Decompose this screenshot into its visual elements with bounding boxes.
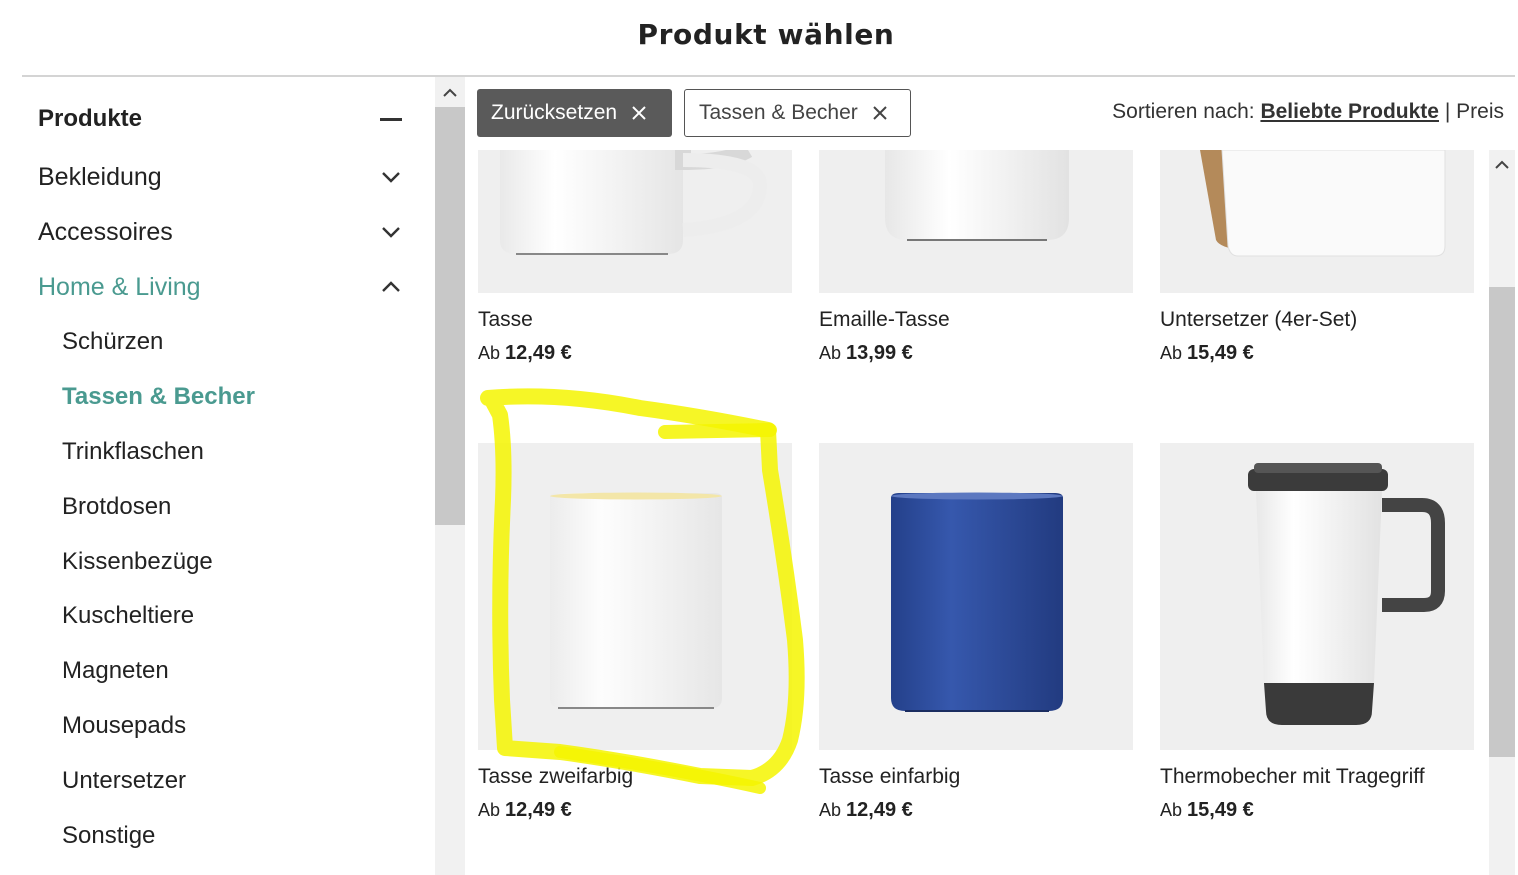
sidebar-item-accessoires[interactable]: Accessoires bbox=[38, 212, 402, 252]
sidebar-subitem-schuerzen[interactable]: Schürzen bbox=[62, 322, 402, 362]
scroll-up-arrow-icon[interactable] bbox=[1489, 150, 1515, 178]
chevron-up-icon bbox=[380, 276, 402, 298]
sidebar-scrollbar[interactable] bbox=[435, 77, 465, 875]
sort-option-beliebte-produkte[interactable]: Beliebte Produkte bbox=[1260, 100, 1439, 123]
close-icon bbox=[873, 106, 887, 120]
sidebar-subitem-kuscheltiere[interactable]: Kuscheltiere bbox=[62, 596, 402, 636]
product-image bbox=[478, 150, 792, 293]
product-grid-scrollbar[interactable] bbox=[1489, 150, 1515, 875]
product-image bbox=[1160, 443, 1474, 750]
sort-option-preis[interactable]: Preis bbox=[1456, 100, 1504, 123]
product-price: Ab 13,99 € bbox=[819, 342, 913, 364]
chevron-down-icon bbox=[380, 166, 402, 188]
product-grid: Tasse Ab 12,49 € Emaille-Tasse Ab 13,99 … bbox=[465, 150, 1489, 875]
close-icon bbox=[632, 106, 646, 120]
sidebar-subitem-mousepads[interactable]: Mousepads bbox=[62, 706, 402, 746]
product-card-emaille-tasse[interactable]: Emaille-Tasse Ab 13,99 € bbox=[819, 150, 1133, 370]
sidebar-item-home-living[interactable]: Home & Living bbox=[38, 267, 402, 307]
sidebar-item-label: Bekleidung bbox=[38, 162, 162, 191]
reset-filters-button[interactable]: Zurücksetzen bbox=[477, 89, 672, 137]
product-card-tasse-zweifarbig[interactable]: Tasse zweifarbig Ab 12,49 € bbox=[478, 443, 792, 833]
product-name: Tasse einfarbig bbox=[819, 765, 961, 788]
product-price: Ab 12,49 € bbox=[478, 342, 572, 364]
chevron-down-icon bbox=[380, 221, 402, 243]
product-price: Ab 15,49 € bbox=[1160, 799, 1254, 821]
sidebar-subitem-kissenbezuege[interactable]: Kissenbezüge bbox=[62, 542, 402, 582]
product-price: Ab 12,49 € bbox=[478, 799, 572, 821]
sidebar-subitem-tassen-becher[interactable]: Tassen & Becher bbox=[62, 377, 402, 417]
sidebar-subitem-brotdosen[interactable]: Brotdosen bbox=[62, 487, 402, 527]
collapse-minus-icon bbox=[380, 108, 402, 130]
product-card-untersetzer[interactable]: Untersetzer (4er-Set) Ab 15,49 € bbox=[1160, 150, 1474, 370]
sidebar-subitem-magneten[interactable]: Magneten bbox=[62, 651, 402, 691]
product-card-tasse[interactable]: Tasse Ab 12,49 € bbox=[478, 150, 792, 370]
product-image bbox=[819, 443, 1133, 750]
product-card-tasse-einfarbig[interactable]: Tasse einfarbig Ab 12,49 € bbox=[819, 443, 1133, 833]
product-name: Thermobecher mit Tragegriff bbox=[1160, 765, 1425, 788]
sidebar-subitem-untersetzer[interactable]: Untersetzer bbox=[62, 761, 402, 801]
product-name: Tasse zweifarbig bbox=[478, 765, 634, 788]
product-price: Ab 15,49 € bbox=[1160, 342, 1254, 364]
sidebar-item-label: Accessoires bbox=[38, 217, 173, 246]
product-name: Tasse bbox=[478, 308, 533, 331]
product-name: Untersetzer (4er-Set) bbox=[1160, 308, 1358, 331]
sidebar-item-bekleidung[interactable]: Bekleidung bbox=[38, 157, 402, 197]
sort-controls: Sortieren nach: Beliebte Produkte | Prei… bbox=[1112, 100, 1504, 124]
sidebar-item-label: Home & Living bbox=[38, 272, 201, 301]
sort-prefix: Sortieren nach: bbox=[1112, 100, 1255, 123]
sidebar-heading-label: Produkte bbox=[38, 105, 143, 132]
sidebar-subitem-trinkflaschen[interactable]: Trinkflaschen bbox=[62, 432, 402, 472]
product-image bbox=[1160, 150, 1474, 293]
sidebar-subitem-sonstige[interactable]: Sonstige bbox=[62, 816, 402, 856]
sidebar-heading-produkte[interactable]: Produkte bbox=[38, 99, 402, 139]
scrollbar-thumb[interactable] bbox=[1489, 287, 1515, 757]
active-filter-tag[interactable]: Tassen & Becher bbox=[684, 89, 911, 137]
product-image bbox=[819, 150, 1133, 293]
scrollbar-thumb[interactable] bbox=[435, 107, 465, 525]
active-filter-label: Tassen & Becher bbox=[699, 101, 858, 124]
product-price: Ab 12,49 € bbox=[819, 799, 913, 821]
product-image bbox=[478, 443, 792, 750]
category-sidebar: Produkte Bekleidung Accessoires Home & L… bbox=[0, 77, 434, 875]
scroll-up-arrow-icon[interactable] bbox=[435, 77, 465, 107]
sort-separator: | bbox=[1444, 100, 1451, 123]
page-title: Produkt wählen bbox=[637, 18, 895, 51]
reset-label: Zurücksetzen bbox=[491, 101, 618, 124]
product-name: Emaille-Tasse bbox=[819, 308, 950, 331]
product-card-thermobecher[interactable]: Thermobecher mit Tragegriff Ab 15,49 € bbox=[1160, 443, 1474, 833]
